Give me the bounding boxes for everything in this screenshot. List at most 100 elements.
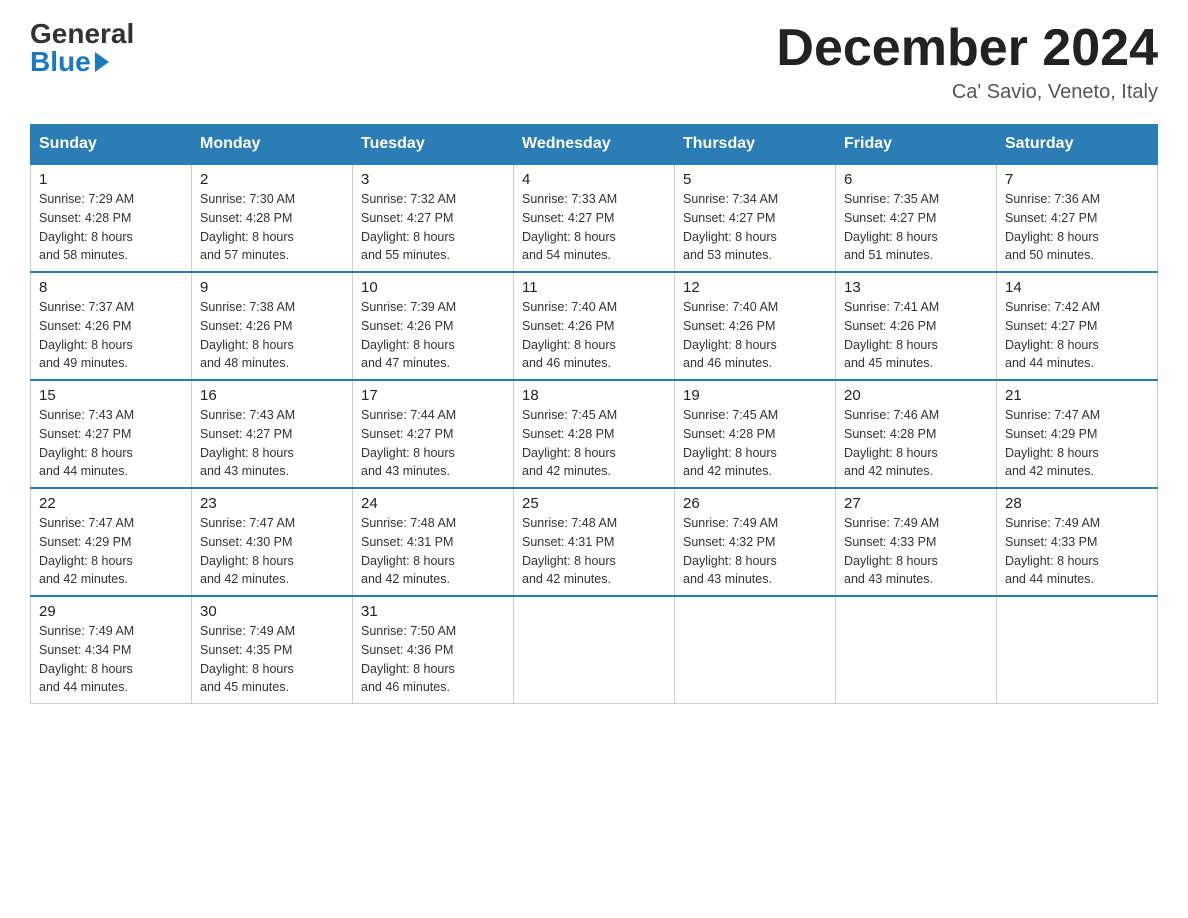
calendar-cell: 7 Sunrise: 7:36 AMSunset: 4:27 PMDayligh… — [997, 164, 1158, 272]
weekday-header-saturday: Saturday — [997, 125, 1158, 165]
day-number: 14 — [1005, 279, 1149, 296]
day-number: 3 — [361, 171, 505, 188]
calendar-cell — [675, 596, 836, 704]
calendar-cell: 13 Sunrise: 7:41 AMSunset: 4:26 PMDaylig… — [836, 272, 997, 380]
calendar-cell: 16 Sunrise: 7:43 AMSunset: 4:27 PMDaylig… — [192, 380, 353, 488]
day-info: Sunrise: 7:49 AMSunset: 4:33 PMDaylight:… — [844, 516, 939, 586]
title-block: December 2024 Ca' Savio, Veneto, Italy — [776, 20, 1158, 104]
day-info: Sunrise: 7:49 AMSunset: 4:34 PMDaylight:… — [39, 624, 134, 694]
day-number: 16 — [200, 387, 344, 404]
logo-blue-text: Blue — [30, 48, 109, 76]
calendar-cell: 25 Sunrise: 7:48 AMSunset: 4:31 PMDaylig… — [514, 488, 675, 596]
month-title: December 2024 — [776, 20, 1158, 77]
day-number: 23 — [200, 495, 344, 512]
page-header: General Blue December 2024 Ca' Savio, Ve… — [30, 20, 1158, 104]
calendar-cell: 20 Sunrise: 7:46 AMSunset: 4:28 PMDaylig… — [836, 380, 997, 488]
weekday-header-sunday: Sunday — [31, 125, 192, 165]
day-info: Sunrise: 7:29 AMSunset: 4:28 PMDaylight:… — [39, 192, 134, 262]
calendar-cell — [514, 596, 675, 704]
weekday-header-tuesday: Tuesday — [353, 125, 514, 165]
day-info: Sunrise: 7:46 AMSunset: 4:28 PMDaylight:… — [844, 408, 939, 478]
calendar-cell: 3 Sunrise: 7:32 AMSunset: 4:27 PMDayligh… — [353, 164, 514, 272]
calendar-cell: 5 Sunrise: 7:34 AMSunset: 4:27 PMDayligh… — [675, 164, 836, 272]
calendar-week-row: 29 Sunrise: 7:49 AMSunset: 4:34 PMDaylig… — [31, 596, 1158, 704]
day-info: Sunrise: 7:40 AMSunset: 4:26 PMDaylight:… — [683, 300, 778, 370]
calendar-cell: 28 Sunrise: 7:49 AMSunset: 4:33 PMDaylig… — [997, 488, 1158, 596]
calendar-cell: 9 Sunrise: 7:38 AMSunset: 4:26 PMDayligh… — [192, 272, 353, 380]
day-number: 4 — [522, 171, 666, 188]
day-number: 5 — [683, 171, 827, 188]
weekday-header-row: SundayMondayTuesdayWednesdayThursdayFrid… — [31, 125, 1158, 165]
calendar-cell: 19 Sunrise: 7:45 AMSunset: 4:28 PMDaylig… — [675, 380, 836, 488]
day-number: 13 — [844, 279, 988, 296]
calendar-cell: 10 Sunrise: 7:39 AMSunset: 4:26 PMDaylig… — [353, 272, 514, 380]
day-number: 25 — [522, 495, 666, 512]
calendar-cell: 11 Sunrise: 7:40 AMSunset: 4:26 PMDaylig… — [514, 272, 675, 380]
day-number: 10 — [361, 279, 505, 296]
day-number: 12 — [683, 279, 827, 296]
weekday-header-wednesday: Wednesday — [514, 125, 675, 165]
day-info: Sunrise: 7:47 AMSunset: 4:29 PMDaylight:… — [39, 516, 134, 586]
day-info: Sunrise: 7:41 AMSunset: 4:26 PMDaylight:… — [844, 300, 939, 370]
calendar-cell: 14 Sunrise: 7:42 AMSunset: 4:27 PMDaylig… — [997, 272, 1158, 380]
day-info: Sunrise: 7:32 AMSunset: 4:27 PMDaylight:… — [361, 192, 456, 262]
day-number: 27 — [844, 495, 988, 512]
calendar-week-row: 15 Sunrise: 7:43 AMSunset: 4:27 PMDaylig… — [31, 380, 1158, 488]
day-number: 31 — [361, 603, 505, 620]
day-number: 30 — [200, 603, 344, 620]
day-number: 21 — [1005, 387, 1149, 404]
logo: General Blue — [30, 20, 134, 76]
day-info: Sunrise: 7:36 AMSunset: 4:27 PMDaylight:… — [1005, 192, 1100, 262]
day-info: Sunrise: 7:47 AMSunset: 4:30 PMDaylight:… — [200, 516, 295, 586]
calendar-table: SundayMondayTuesdayWednesdayThursdayFrid… — [30, 124, 1158, 704]
day-number: 8 — [39, 279, 183, 296]
day-info: Sunrise: 7:45 AMSunset: 4:28 PMDaylight:… — [522, 408, 617, 478]
day-info: Sunrise: 7:45 AMSunset: 4:28 PMDaylight:… — [683, 408, 778, 478]
logo-general-text: General — [30, 20, 134, 48]
day-number: 2 — [200, 171, 344, 188]
calendar-cell: 23 Sunrise: 7:47 AMSunset: 4:30 PMDaylig… — [192, 488, 353, 596]
calendar-cell: 17 Sunrise: 7:44 AMSunset: 4:27 PMDaylig… — [353, 380, 514, 488]
day-info: Sunrise: 7:48 AMSunset: 4:31 PMDaylight:… — [522, 516, 617, 586]
day-info: Sunrise: 7:38 AMSunset: 4:26 PMDaylight:… — [200, 300, 295, 370]
day-info: Sunrise: 7:44 AMSunset: 4:27 PMDaylight:… — [361, 408, 456, 478]
weekday-header-thursday: Thursday — [675, 125, 836, 165]
day-number: 28 — [1005, 495, 1149, 512]
day-number: 19 — [683, 387, 827, 404]
day-number: 11 — [522, 279, 666, 296]
day-number: 1 — [39, 171, 183, 188]
day-number: 9 — [200, 279, 344, 296]
calendar-cell — [836, 596, 997, 704]
day-info: Sunrise: 7:33 AMSunset: 4:27 PMDaylight:… — [522, 192, 617, 262]
calendar-cell: 21 Sunrise: 7:47 AMSunset: 4:29 PMDaylig… — [997, 380, 1158, 488]
day-info: Sunrise: 7:35 AMSunset: 4:27 PMDaylight:… — [844, 192, 939, 262]
calendar-cell: 2 Sunrise: 7:30 AMSunset: 4:28 PMDayligh… — [192, 164, 353, 272]
day-number: 24 — [361, 495, 505, 512]
day-info: Sunrise: 7:37 AMSunset: 4:26 PMDaylight:… — [39, 300, 134, 370]
weekday-header-friday: Friday — [836, 125, 997, 165]
calendar-header: SundayMondayTuesdayWednesdayThursdayFrid… — [31, 125, 1158, 165]
calendar-cell: 15 Sunrise: 7:43 AMSunset: 4:27 PMDaylig… — [31, 380, 192, 488]
logo-triangle-icon — [95, 52, 109, 72]
day-info: Sunrise: 7:43 AMSunset: 4:27 PMDaylight:… — [39, 408, 134, 478]
calendar-cell: 12 Sunrise: 7:40 AMSunset: 4:26 PMDaylig… — [675, 272, 836, 380]
calendar-cell: 24 Sunrise: 7:48 AMSunset: 4:31 PMDaylig… — [353, 488, 514, 596]
day-number: 22 — [39, 495, 183, 512]
calendar-week-row: 1 Sunrise: 7:29 AMSunset: 4:28 PMDayligh… — [31, 164, 1158, 272]
day-info: Sunrise: 7:43 AMSunset: 4:27 PMDaylight:… — [200, 408, 295, 478]
day-info: Sunrise: 7:30 AMSunset: 4:28 PMDaylight:… — [200, 192, 295, 262]
location-subtitle: Ca' Savio, Veneto, Italy — [776, 81, 1158, 104]
day-info: Sunrise: 7:50 AMSunset: 4:36 PMDaylight:… — [361, 624, 456, 694]
day-info: Sunrise: 7:42 AMSunset: 4:27 PMDaylight:… — [1005, 300, 1100, 370]
day-info: Sunrise: 7:49 AMSunset: 4:32 PMDaylight:… — [683, 516, 778, 586]
day-number: 20 — [844, 387, 988, 404]
day-info: Sunrise: 7:39 AMSunset: 4:26 PMDaylight:… — [361, 300, 456, 370]
day-number: 29 — [39, 603, 183, 620]
day-number: 17 — [361, 387, 505, 404]
calendar-cell: 4 Sunrise: 7:33 AMSunset: 4:27 PMDayligh… — [514, 164, 675, 272]
calendar-cell: 31 Sunrise: 7:50 AMSunset: 4:36 PMDaylig… — [353, 596, 514, 704]
day-info: Sunrise: 7:49 AMSunset: 4:35 PMDaylight:… — [200, 624, 295, 694]
calendar-cell: 6 Sunrise: 7:35 AMSunset: 4:27 PMDayligh… — [836, 164, 997, 272]
calendar-body: 1 Sunrise: 7:29 AMSunset: 4:28 PMDayligh… — [31, 164, 1158, 704]
calendar-cell: 30 Sunrise: 7:49 AMSunset: 4:35 PMDaylig… — [192, 596, 353, 704]
